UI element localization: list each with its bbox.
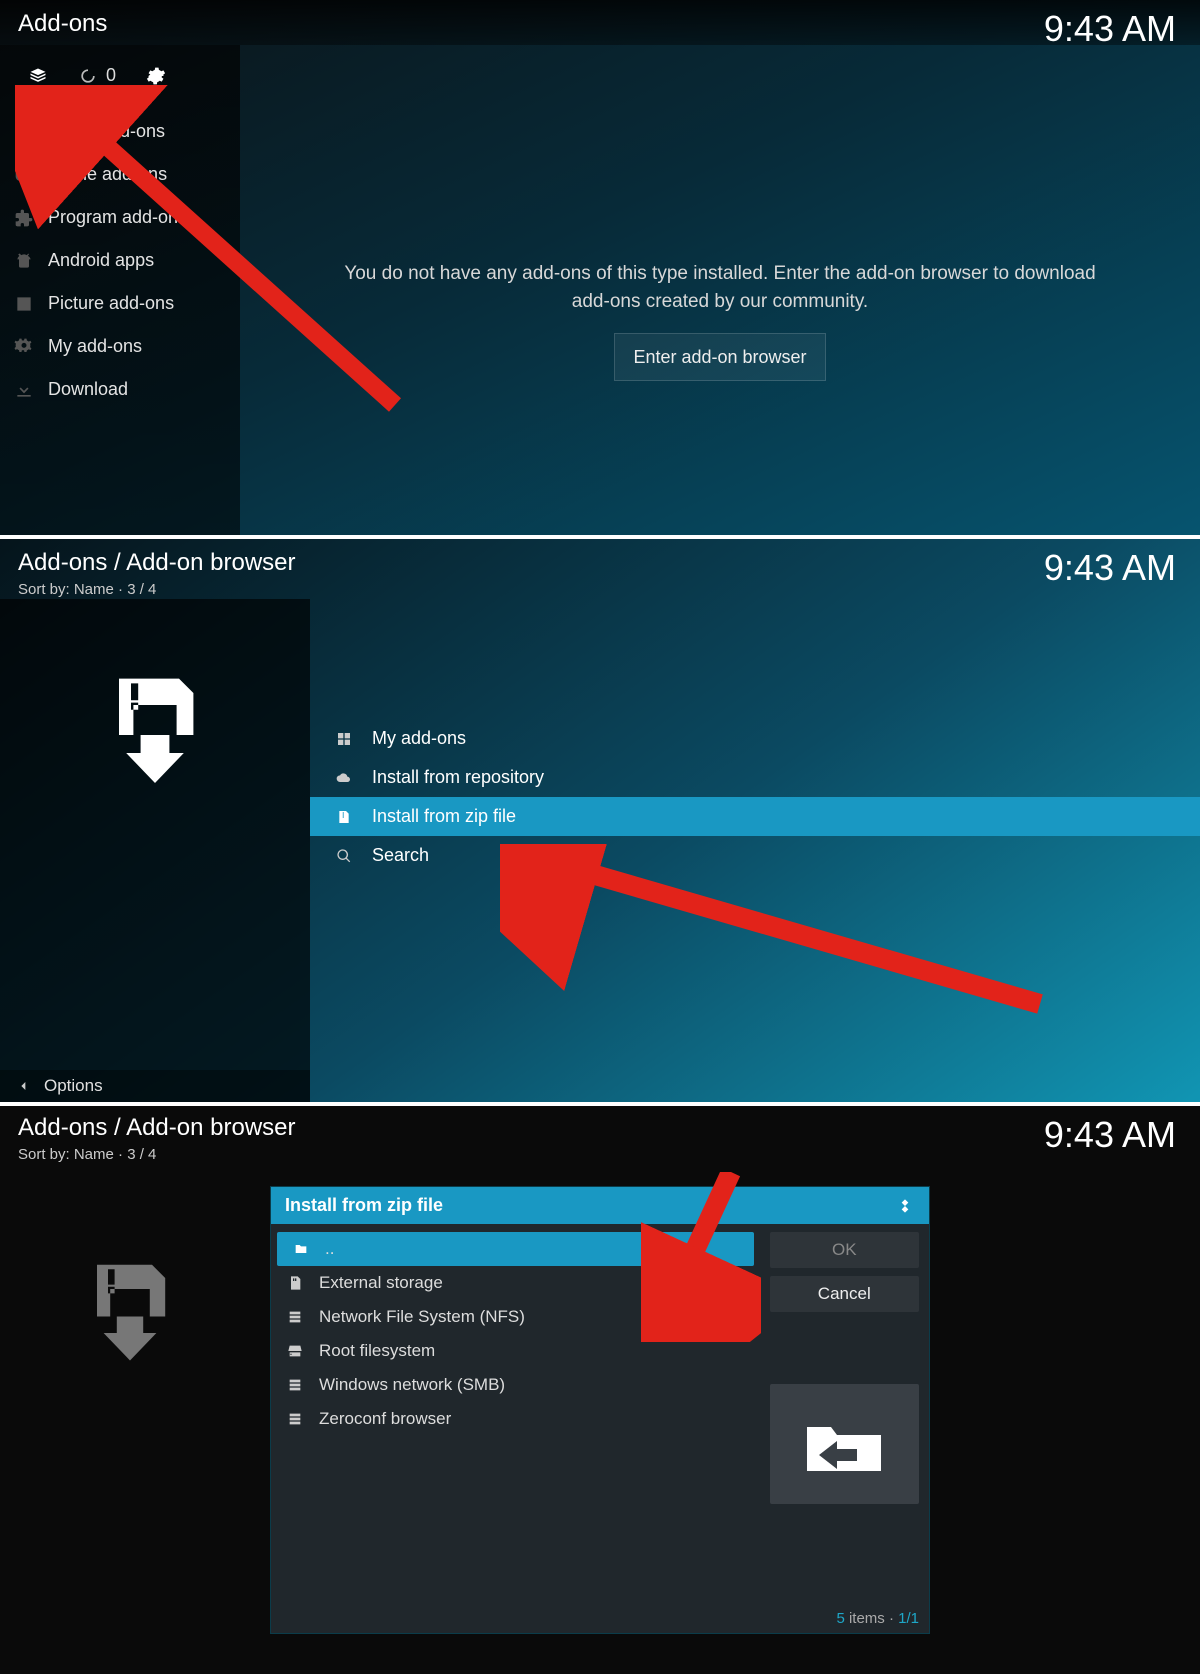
item-label: Root filesystem xyxy=(319,1341,435,1361)
file-item-up[interactable]: .. xyxy=(277,1232,754,1266)
network-icon xyxy=(285,1307,305,1327)
sidebar-item-download[interactable]: Download xyxy=(0,368,240,411)
item-label: External storage xyxy=(319,1273,443,1293)
dialog-title: Install from zip file xyxy=(285,1195,443,1216)
empty-text: You do not have any add-ons of this type… xyxy=(330,260,1110,315)
item-count-num: 5 xyxy=(836,1610,844,1627)
gears-icon xyxy=(14,337,34,357)
screen-title: Add-ons xyxy=(18,10,107,38)
kodi-logo-icon xyxy=(895,1196,915,1216)
clock: 9:43 AM xyxy=(1044,1114,1176,1156)
image-icon xyxy=(14,294,34,314)
clock: 9:43 AM xyxy=(1044,8,1176,50)
headphones-icon xyxy=(14,122,34,142)
gear-icon[interactable] xyxy=(146,66,166,86)
browser-item-my-addons[interactable]: My add-ons xyxy=(310,719,1200,758)
file-item-external-storage[interactable]: External storage xyxy=(271,1266,760,1300)
sidebar-item-program-addons[interactable]: Program add-ons xyxy=(0,196,240,239)
install-zip-dialog-screen: Add-ons / Add-on browser Sort by: Name ·… xyxy=(0,1102,1200,1674)
browser-item-install-repo[interactable]: Install from repository xyxy=(310,758,1200,797)
dialog-body: .. External storage Network File System … xyxy=(271,1224,929,1604)
dialog-side-buttons: OK Cancel xyxy=(760,1224,929,1604)
breadcrumb: Add-ons / Add-on browser xyxy=(18,1114,296,1142)
ok-button[interactable]: OK xyxy=(770,1232,919,1268)
nav-label: My add-ons xyxy=(48,336,142,357)
preview-thumb xyxy=(770,1384,919,1504)
item-label: Windows network (SMB) xyxy=(319,1375,505,1395)
gamepad-icon xyxy=(14,165,34,185)
refresh-count[interactable]: 0 xyxy=(78,65,116,86)
search-icon xyxy=(334,846,354,866)
addon-browser-screen: Add-ons / Add-on browser Sort by: Name ·… xyxy=(0,535,1200,1102)
preview-pane xyxy=(0,599,310,1102)
sidebar-item-music-addons[interactable]: Music add-ons xyxy=(0,110,240,153)
item-count-label: items · xyxy=(845,1610,898,1627)
hdd-icon xyxy=(285,1341,305,1361)
nav-label: Download xyxy=(48,379,128,400)
sort-info: Sort by: Name · 3 / 4 xyxy=(18,581,156,598)
network-icon xyxy=(285,1375,305,1395)
empty-state: You do not have any add-ons of this type… xyxy=(240,260,1200,381)
file-item-nfs[interactable]: Network File System (NFS) xyxy=(271,1300,760,1334)
browser-item-search[interactable]: Search xyxy=(310,836,1200,875)
download-icon xyxy=(14,380,34,400)
item-label: Network File System (NFS) xyxy=(319,1307,525,1327)
zip-download-icon xyxy=(90,669,220,789)
sdcard-icon xyxy=(285,1273,305,1293)
dialog-footer: 5 items · 1/1 xyxy=(271,1604,929,1633)
zip-icon xyxy=(334,807,354,827)
sidebar-item-picture-addons[interactable]: Picture add-ons xyxy=(0,282,240,325)
options-label: Options xyxy=(44,1076,103,1096)
item-count-page: 1/1 xyxy=(898,1610,919,1627)
sidebar-item-android-apps[interactable]: Android apps xyxy=(0,239,240,282)
nav-label: Android apps xyxy=(48,250,154,271)
nav-label: Music add-ons xyxy=(48,121,165,142)
header-bar: Add-ons / Add-on browser Sort by: Name ·… xyxy=(0,539,1200,599)
cloud-icon xyxy=(334,768,354,788)
nav-label: Program add-ons xyxy=(48,207,187,228)
browser-item-install-zip[interactable]: Install from zip file xyxy=(310,797,1200,836)
sidebar: 0 Music add-ons Game add-ons Program add… xyxy=(0,45,240,535)
sidebar-item-game-addons[interactable]: Game add-ons xyxy=(0,153,240,196)
network-icon xyxy=(285,1409,305,1429)
addons-main-screen: Add-ons 9:43 AM 0 Music add-ons Gam xyxy=(0,0,1200,535)
nav-label: Picture add-ons xyxy=(48,293,174,314)
item-label: My add-ons xyxy=(372,728,466,749)
header-bar: Add-ons 9:43 AM xyxy=(0,0,1200,45)
clock: 9:43 AM xyxy=(1044,547,1176,589)
dialog-title-bar: Install from zip file xyxy=(271,1187,929,1224)
dialog-file-list: .. External storage Network File System … xyxy=(271,1224,760,1604)
folder-up-icon xyxy=(291,1239,311,1259)
folder-back-icon xyxy=(799,1409,889,1479)
refresh-icon xyxy=(78,66,98,86)
file-item-zeroconf[interactable]: Zeroconf browser xyxy=(271,1402,760,1436)
sidebar-item-my-addons[interactable]: My add-ons xyxy=(0,325,240,368)
breadcrumb: Add-ons / Add-on browser xyxy=(18,549,296,577)
options-icon xyxy=(14,1076,34,1096)
android-icon xyxy=(14,251,34,271)
item-label: Search xyxy=(372,845,429,866)
item-label: Install from repository xyxy=(372,767,544,788)
nav-label: Game add-ons xyxy=(48,164,167,185)
preview-pane xyxy=(0,1166,260,1674)
item-label: Zeroconf browser xyxy=(319,1409,451,1429)
browser-list: My add-ons Install from repository Insta… xyxy=(310,719,1200,875)
file-item-root[interactable]: Root filesystem xyxy=(271,1334,760,1368)
sidebar-top-icons: 0 xyxy=(0,51,240,110)
file-item-smb[interactable]: Windows network (SMB) xyxy=(271,1368,760,1402)
box-open-icon[interactable] xyxy=(28,66,48,86)
puzzle-icon xyxy=(14,208,34,228)
item-label: .. xyxy=(325,1239,334,1259)
count-value: 0 xyxy=(106,65,116,86)
install-zip-dialog: Install from zip file .. External storag… xyxy=(270,1186,930,1634)
cancel-button[interactable]: Cancel xyxy=(770,1276,919,1312)
zip-download-icon xyxy=(70,1256,190,1366)
grid-icon xyxy=(334,729,354,749)
sort-info: Sort by: Name · 3 / 4 xyxy=(18,1146,156,1163)
enter-addon-browser-button[interactable]: Enter add-on browser xyxy=(614,333,825,381)
options-footer[interactable]: Options xyxy=(0,1070,310,1102)
item-label: Install from zip file xyxy=(372,806,516,827)
